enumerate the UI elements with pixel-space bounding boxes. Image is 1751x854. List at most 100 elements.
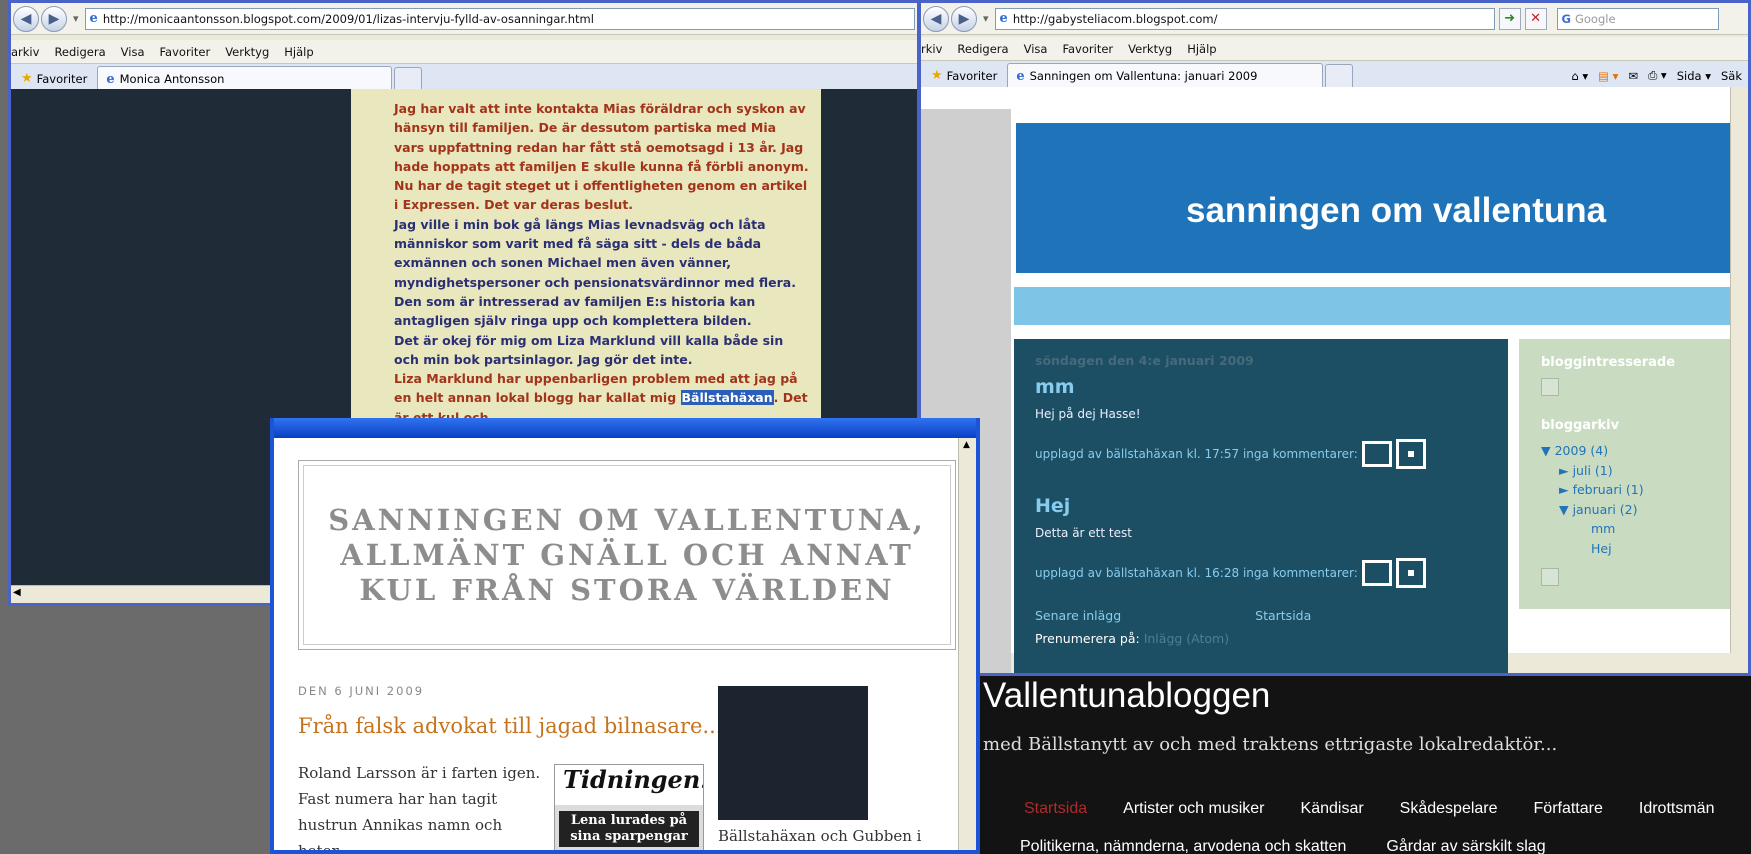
history-dropdown-icon-right[interactable]: ▾: [983, 12, 989, 25]
menu-favorites-right[interactable]: Favoriter: [1062, 42, 1113, 56]
nav-artister[interactable]: Artister och musiker: [1123, 800, 1264, 818]
page-content-right: sanningen om vallentuna söndagen den 4:e…: [921, 87, 1748, 673]
scroll-up-icon[interactable]: ▲: [963, 440, 970, 450]
print-icon[interactable]: ⎙ ▾: [1648, 68, 1667, 83]
nav-skadespelare[interactable]: Skådespelare: [1400, 800, 1498, 818]
newspaper-image[interactable]: Tidningen! Lena lurades på sina sparpeng…: [554, 764, 704, 850]
paragraph-2: Jag ville i min bok gå längs Mias levnad…: [394, 216, 796, 329]
menu-tools[interactable]: Verktyg: [225, 45, 269, 59]
nav-kandisar[interactable]: Kändisar: [1301, 800, 1364, 818]
archive-februari[interactable]: ► februari (1): [1541, 480, 1732, 500]
archive-januari[interactable]: ▼ januari (2): [1541, 500, 1732, 520]
menu-file[interactable]: arkiv: [11, 45, 39, 59]
post-date-popup: DEN 6 JUNI 2009: [298, 684, 425, 698]
banner-strip: [1014, 287, 1748, 325]
history-dropdown-icon[interactable]: ▾: [73, 12, 79, 25]
google-icon: G: [1561, 11, 1571, 26]
new-tab-button[interactable]: [394, 66, 423, 91]
subscribe-label: Prenumerera på:: [1035, 631, 1140, 646]
tab-sanningen[interactable]: e Sanningen om Vallentuna: januari 2009: [1007, 62, 1324, 89]
menu-edit-right[interactable]: Redigera: [957, 42, 1008, 56]
menu-edit[interactable]: Redigera: [54, 45, 105, 59]
command-bar: ⌂ ▾ ▤ ▾ ✉ ⎙ ▾ Sida ▾ Säk: [1571, 68, 1748, 83]
vallentunabloggen-window: Vallentunabloggen med Bällstanytt av och…: [980, 676, 1751, 854]
post-title-mm[interactable]: mm: [1035, 376, 1487, 398]
home-icon[interactable]: ⌂ ▾: [1571, 69, 1588, 83]
archive-post-hej[interactable]: Hej: [1541, 539, 1732, 559]
post-footer-text-hej[interactable]: upplagd av bällstahäxan kl. 16:28 inga k…: [1035, 566, 1358, 580]
archive-2009[interactable]: ▼ 2009 (4): [1541, 441, 1732, 461]
popup-titlebar[interactable]: [274, 418, 976, 438]
vallentunabloggen-title[interactable]: Vallentunabloggen: [983, 676, 1270, 716]
address-bar[interactable]: e http://monicaantonsson.blogspot.com/20…: [84, 7, 915, 30]
sidebar-heading-followers: bloggintresserade: [1541, 355, 1676, 370]
tab-monica-antonsson[interactable]: e Monica Antonsson: [97, 65, 393, 92]
post-title-hej[interactable]: Hej: [1035, 495, 1487, 517]
stop-icon[interactable]: ✕: [1524, 7, 1547, 30]
favorites-button[interactable]: ★ Favoriter: [11, 71, 97, 86]
nav-startsida[interactable]: Startsida: [1024, 800, 1087, 818]
archive-post-mm[interactable]: mm: [1541, 519, 1732, 539]
nav-politikerna[interactable]: Politikerna, nämnderna, arvodena och ska…: [1020, 838, 1346, 854]
menu-view[interactable]: Visa: [121, 45, 145, 59]
new-tab-button-right[interactable]: [1325, 63, 1354, 88]
tab-title-right: Sanningen om Vallentuna: januari 2009: [1029, 69, 1258, 83]
email-post-icon[interactable]: [1361, 560, 1392, 586]
menu-favorites[interactable]: Favoriter: [160, 45, 211, 59]
tab-title: Monica Antonsson: [119, 72, 225, 86]
menu-bar-right: rkiv Redigera Visa Favoriter Verktyg Hjä…: [921, 37, 1748, 61]
profile-image[interactable]: [718, 686, 868, 820]
rss-icon[interactable]: ▤ ▾: [1598, 69, 1618, 83]
selected-text[interactable]: Bällstahäxan: [680, 390, 774, 406]
sidebar-heading-archive: bloggarkiv: [1541, 418, 1620, 433]
nav-forfattare[interactable]: Författare: [1534, 800, 1603, 818]
favorites-label: Favoriter: [36, 71, 88, 86]
popup-browser-window: SANNINGEN OM VALLENTUNA, ALLMÄNT GNÄLL O…: [270, 418, 980, 854]
address-url-right: http://gabysteliacom.blogspot.com/: [1012, 11, 1218, 26]
newer-posts-link[interactable]: Senare inlägg: [1035, 608, 1121, 623]
archive-juli[interactable]: ► juli (1): [1541, 461, 1732, 481]
post-navigation: Senare inlägg Startsida: [1035, 608, 1487, 623]
subscribe-link[interactable]: Inlägg (Atom): [1144, 631, 1229, 646]
post-title-popup[interactable]: Från falsk advokat till jagad bilnasare.…: [298, 714, 722, 738]
menu-help-right[interactable]: Hjälp: [1187, 42, 1216, 56]
vertical-scrollbar-popup[interactable]: ▲: [958, 438, 976, 850]
home-link[interactable]: Startsida: [1255, 608, 1311, 623]
menu-tools-right[interactable]: Verktyg: [1128, 42, 1172, 56]
scroll-left-icon[interactable]: ◀: [13, 587, 21, 598]
edit-post-icon[interactable]: [1395, 439, 1426, 469]
post-footer-text-mm[interactable]: upplagd av bällstahäxan kl. 17:57 inga k…: [1035, 447, 1358, 461]
edit-post-icon[interactable]: [1395, 558, 1426, 588]
forward-button[interactable]: ▶: [41, 5, 67, 32]
nav-idrottsman[interactable]: Idrottsmän: [1639, 800, 1715, 818]
page-menu[interactable]: Sida ▾: [1677, 69, 1711, 83]
newspaper-masthead: Tidningen!: [555, 765, 703, 805]
menu-file-right[interactable]: rkiv: [921, 42, 942, 56]
menu-help[interactable]: Hjälp: [284, 45, 313, 59]
address-bar-right[interactable]: e http://gabysteliacom.blogspot.com/: [994, 7, 1495, 30]
back-button-right[interactable]: ◀: [923, 5, 949, 32]
nav-gardar[interactable]: Gårdar av särskilt slag: [1386, 838, 1545, 854]
star-icon: ★: [21, 71, 33, 86]
favorites-button-right[interactable]: ★ Favoriter: [921, 68, 1007, 83]
mail-icon[interactable]: ✉: [1628, 69, 1638, 83]
vallentunabloggen-nav: Startsida Artister och musiker Kändisar …: [1024, 800, 1750, 818]
search-placeholder: Google: [1574, 11, 1616, 26]
address-toolbar-right: ◀ ▶ ▾ e http://gabysteliacom.blogspot.co…: [921, 3, 1748, 35]
sidebar-widget-icon[interactable]: [1541, 568, 1559, 586]
forward-button-right[interactable]: ▶: [951, 5, 977, 32]
post-date: söndagen den 4:e januari 2009: [1035, 353, 1254, 368]
followers-widget-icon[interactable]: [1541, 378, 1559, 396]
blog-header-box: SANNINGEN OM VALLENTUNA, ALLMÄNT GNÄLL O…: [298, 460, 956, 650]
subscribe-line: Prenumerera på: Inlägg (Atom): [1035, 631, 1487, 646]
go-icon[interactable]: ➜: [1498, 7, 1521, 30]
email-post-icon[interactable]: [1361, 441, 1392, 467]
back-button[interactable]: ◀: [13, 5, 39, 32]
vertical-scrollbar-right[interactable]: [1730, 87, 1748, 653]
search-input[interactable]: G Google: [1556, 7, 1719, 30]
blog-header-title[interactable]: SANNINGEN OM VALLENTUNA, ALLMÄNT GNÄLL O…: [303, 465, 951, 645]
menu-bar: arkiv Redigera Visa Favoriter Verktyg Hj…: [11, 40, 917, 64]
safety-menu[interactable]: Säk: [1721, 69, 1742, 83]
post-mm: mm Hej på dej Hasse! upplagd av bällstah…: [1035, 376, 1487, 469]
menu-view-right[interactable]: Visa: [1024, 42, 1048, 56]
